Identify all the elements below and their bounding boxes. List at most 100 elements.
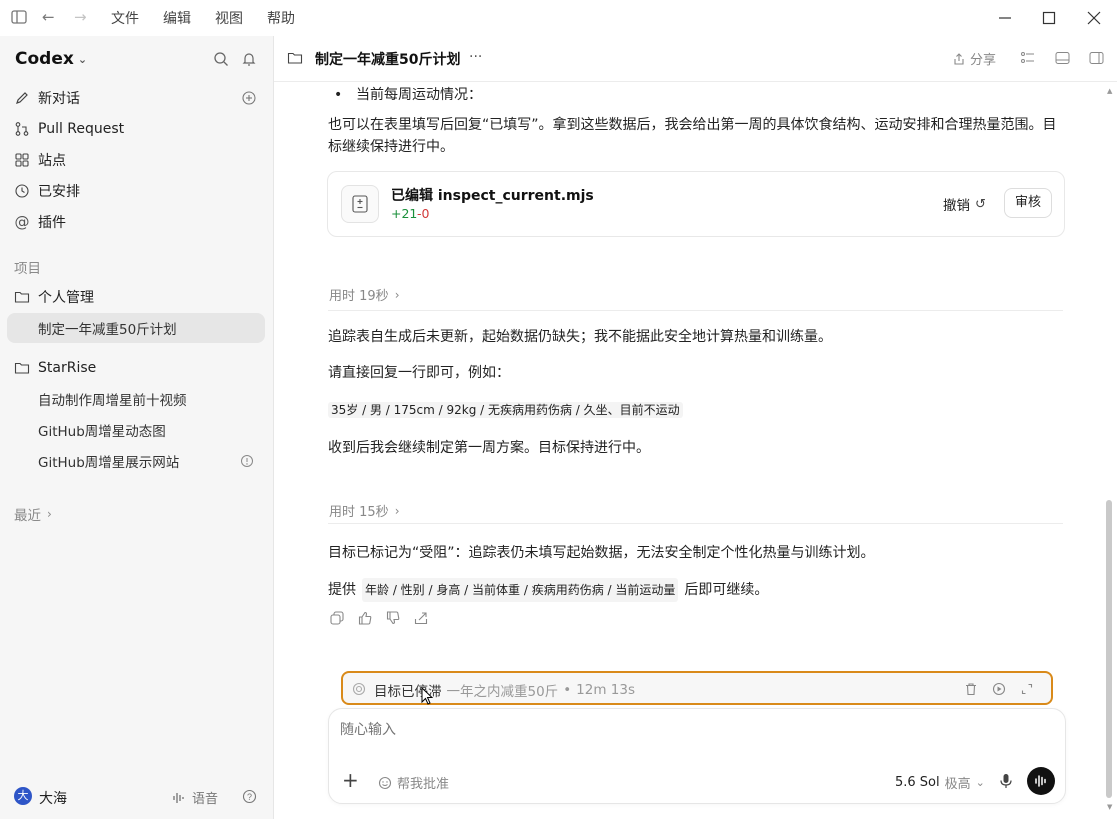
lines-removed: -0 (417, 206, 430, 221)
goal-text: 一年之内减重50斤 (446, 684, 559, 700)
sidebar-item-pull-request[interactable]: Pull Request (14, 117, 124, 141)
chevron-down-icon: ⌄ (77, 52, 88, 66)
sidebar-item-label: 插件 (38, 215, 66, 231)
panel-right-icon[interactable] (1089, 51, 1104, 65)
goal-status: 目标已停滞 一年之内减重50斤 • 12m 13s (374, 680, 635, 700)
at-icon: @ (14, 213, 30, 231)
message-paragraph: 追踪表自生成后未更新，起始数据仍缺失；我不能据此安全地计算热量和训练量。 (328, 329, 832, 345)
copy-icon[interactable] (330, 611, 344, 625)
close-icon[interactable] (1087, 11, 1101, 25)
play-icon[interactable] (992, 682, 1006, 696)
message-paragraph: 收到后我会继续制定第一周方案。目标保持进行中。 (328, 440, 650, 456)
user-name[interactable]: 大海 (39, 788, 67, 808)
mouse-cursor-icon (421, 687, 434, 705)
microphone-icon[interactable] (999, 773, 1013, 789)
recent-label: 最近 (14, 508, 41, 524)
sidebar-item-sites[interactable]: 站点 (14, 148, 66, 172)
share-label: 分享 (970, 53, 997, 68)
waveform-icon (173, 792, 184, 803)
minimize-icon[interactable] (998, 11, 1012, 25)
help-icon[interactable]: ? (242, 789, 257, 804)
thread-label: 自动制作周增星前十视频 (38, 393, 187, 409)
svg-text:?: ? (247, 792, 252, 802)
example-code: 35岁 / 男 / 175cm / 92kg / 无疾病用药伤病 / 久坐、目前… (328, 401, 683, 419)
title-bar: ← → 文件 编辑 视图 帮助 (0, 0, 1117, 36)
panel-bottom-icon[interactable] (1055, 51, 1070, 65)
chevron-right-icon: › (394, 287, 400, 302)
menu-edit[interactable]: 编辑 (163, 8, 191, 28)
scroll-up-arrow[interactable]: ▲ (1107, 87, 1112, 95)
menu-view[interactable]: 视图 (215, 8, 243, 28)
bell-icon[interactable] (241, 51, 257, 67)
menu-file[interactable]: 文件 (111, 8, 139, 28)
message-input[interactable] (340, 718, 1040, 740)
app-name: Codex (15, 49, 74, 69)
project-personal[interactable]: 个人管理 (14, 285, 94, 309)
back-arrow-icon[interactable]: ← (42, 9, 55, 25)
thinking-time-toggle[interactable]: 用时 19秒 › (329, 285, 400, 305)
smiley-icon (378, 776, 392, 789)
page-title: 制定一年减重50斤计划 (315, 52, 461, 68)
projects-label: 项目 (14, 261, 41, 277)
sidebar-item-new-chat[interactable]: 新对话 (14, 86, 80, 110)
add-circle-icon[interactable] (241, 90, 257, 106)
thread-item[interactable]: 自动制作周增星前十视频 (38, 387, 187, 411)
header-divider (274, 81, 1117, 82)
thread-label: GitHub周增星动态图 (38, 424, 166, 440)
thread-label: GitHub周增星展示网站 (38, 455, 180, 471)
folder-icon (287, 52, 303, 64)
thinking-time-toggle[interactable]: 用时 15秒 › (329, 501, 400, 521)
lines-added: +21 (391, 206, 418, 221)
sidebar-item-plugins[interactable]: @ 插件 (14, 210, 67, 234)
thread-item[interactable]: 制定一年减重50斤计划 (38, 316, 177, 340)
chevron-down-icon: ⌄ (975, 776, 985, 789)
thread-item[interactable]: GitHub周增星动态图 (38, 418, 166, 442)
search-icon[interactable] (213, 51, 229, 67)
folder-icon (14, 362, 30, 374)
approve-mode-button[interactable]: 帮我批准 (378, 773, 449, 792)
expand-icon[interactable] (1020, 682, 1034, 696)
maximize-icon[interactable] (1042, 11, 1056, 25)
forward-arrow-icon[interactable]: → (74, 9, 87, 25)
share-icon (954, 52, 964, 65)
sidebar-item-scheduled[interactable]: 已安排 (14, 179, 80, 203)
thinking-time-label: 用时 15秒 (329, 505, 389, 520)
undo-icon: ↺ (975, 196, 986, 212)
message-paragraph: 目标已标记为“受阻”：追踪表仍未填写起始数据，无法安全制定个性化热量与训练计划。 (328, 545, 875, 561)
info-icon[interactable] (240, 454, 254, 468)
more-options-button[interactable]: ··· (469, 49, 482, 65)
edit-card-title[interactable]: 已编辑 inspect_current.mjs (391, 185, 594, 205)
bullet-item: 当前每周运动情况： (356, 87, 482, 103)
thumbs-down-icon[interactable] (386, 611, 400, 625)
scrollbar-thumb[interactable] (1106, 500, 1112, 798)
scroll-down-arrow[interactable]: ▼ (1107, 803, 1112, 811)
share-button[interactable]: 分享 (952, 49, 996, 68)
approve-mode-label: 帮我批准 (397, 777, 450, 792)
thumbs-up-icon[interactable] (358, 611, 372, 625)
add-attachment-button[interactable]: + (342, 770, 359, 790)
trash-icon[interactable] (964, 682, 978, 696)
paragraph-prefix: 提供 (328, 582, 356, 598)
grid-icon (15, 153, 29, 167)
review-button[interactable]: 审核 (1004, 188, 1052, 218)
section-divider (328, 523, 1063, 524)
sidebar-item-label: 新对话 (38, 91, 80, 107)
bullet-dot: • (334, 87, 343, 103)
voice-button[interactable]: 语音 (172, 788, 218, 807)
list-icon[interactable] (1020, 51, 1035, 65)
share-icon[interactable] (414, 611, 428, 625)
project-starrise[interactable]: StarRise (14, 356, 96, 380)
model-selector[interactable]: 5.6 Sol 极高 ⌄ (895, 773, 985, 792)
clock-icon (15, 184, 29, 198)
diff-icon (352, 195, 368, 213)
menu-help[interactable]: 帮助 (267, 8, 295, 28)
voice-mode-button[interactable] (1027, 767, 1055, 795)
goal-duration: 12m 13s (576, 682, 635, 698)
undo-label: 撤销 (943, 198, 970, 214)
recent-section[interactable]: 最近 › (14, 504, 52, 524)
app-switcher[interactable]: Codex ⌄ (15, 49, 87, 69)
avatar[interactable]: 大 (14, 787, 32, 805)
thread-item[interactable]: GitHub周增星展示网站 (38, 449, 179, 473)
undo-button[interactable]: 撤销 ↺ (943, 194, 986, 215)
sidebar-toggle-icon[interactable] (11, 10, 27, 24)
